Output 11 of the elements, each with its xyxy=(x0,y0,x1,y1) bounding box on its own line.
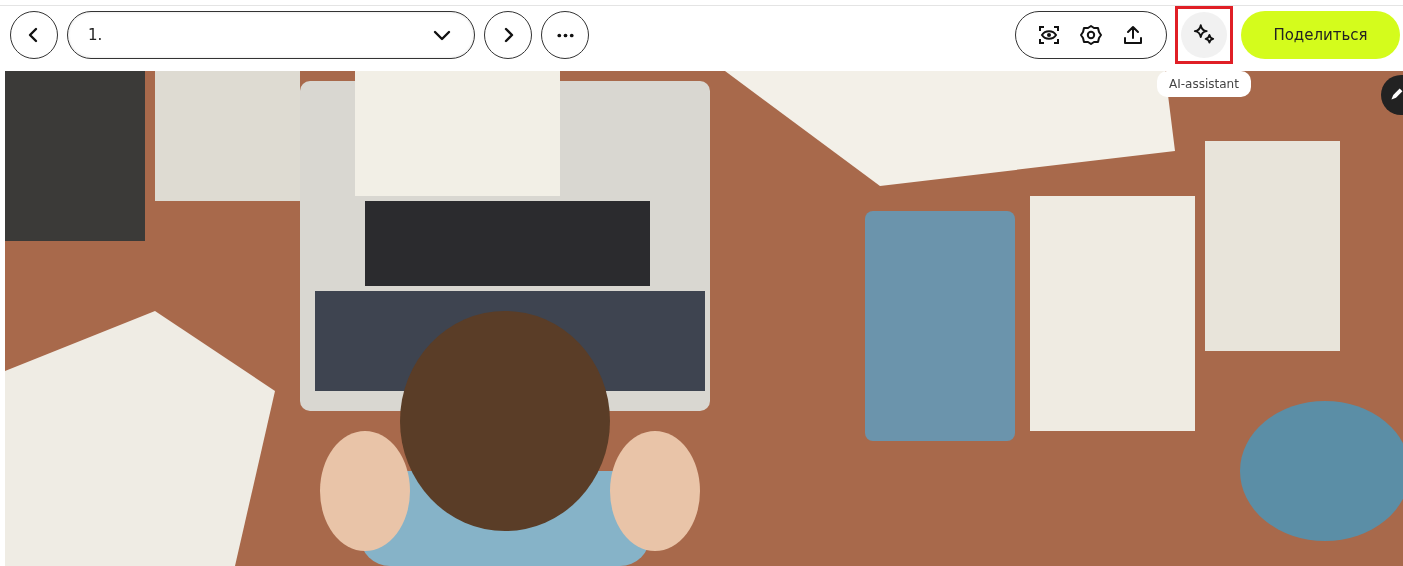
more-button[interactable] xyxy=(541,11,589,59)
next-button[interactable] xyxy=(484,11,532,59)
slide-select[interactable]: 1. xyxy=(67,11,475,59)
ai-assistant-button[interactable] xyxy=(1181,12,1227,58)
eye-icon xyxy=(1037,23,1061,47)
settings-icon xyxy=(1079,23,1103,47)
tooltip: AI-assistant xyxy=(1157,71,1251,97)
upload-icon xyxy=(1121,23,1145,47)
previous-button[interactable] xyxy=(10,11,58,59)
more-icon xyxy=(556,32,574,38)
share-button[interactable]: Поделиться xyxy=(1241,11,1400,59)
